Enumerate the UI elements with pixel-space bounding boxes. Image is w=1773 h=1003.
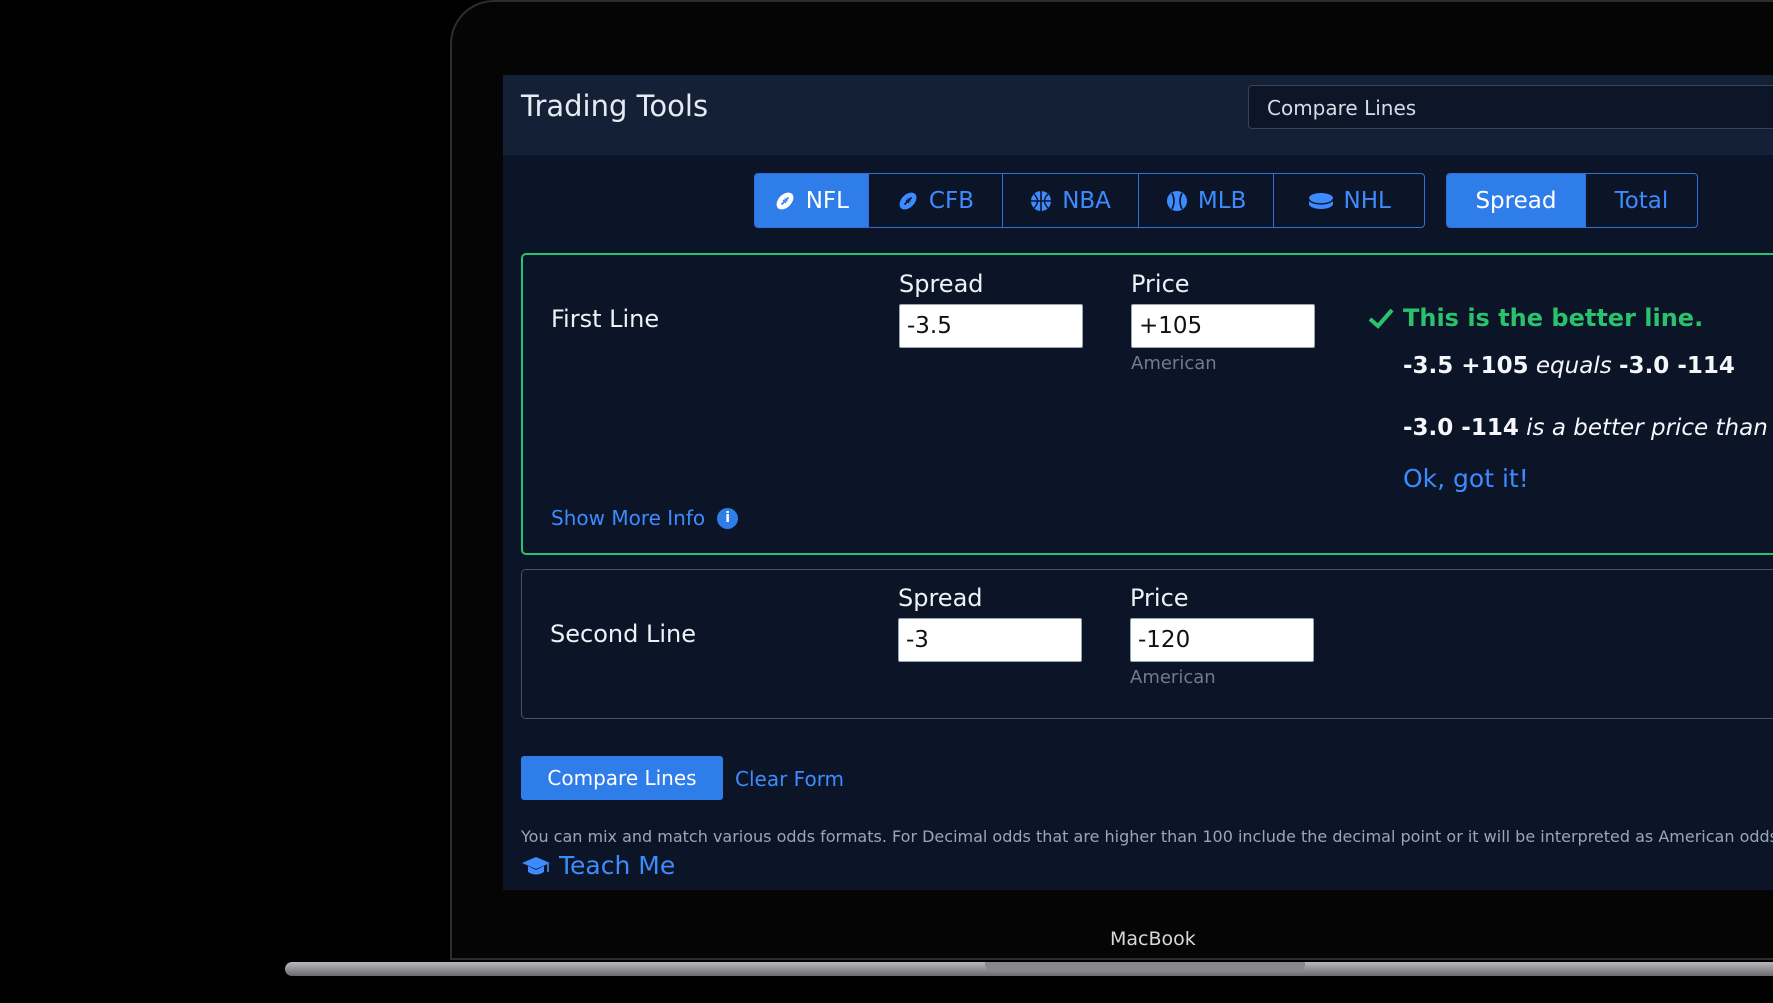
result-comparison: -3.0 -114 is a better price than -3: [1403, 415, 1773, 441]
spread-label: Spread: [898, 584, 983, 612]
sport-tab-nhl[interactable]: NHL: [1274, 174, 1424, 227]
teach-me-link[interactable]: Teach Me: [521, 851, 675, 880]
football-icon: [897, 190, 919, 212]
second-spread-input[interactable]: [899, 619, 1081, 661]
result-headline: This is the better line.: [1403, 304, 1704, 332]
show-more-info-label: Show More Info: [551, 506, 706, 530]
info-icon: i: [717, 507, 739, 529]
bet-type-total[interactable]: Total: [1586, 174, 1697, 227]
result-eq-right: -3.0 -114: [1619, 353, 1735, 379]
ok-got-it-link[interactable]: Ok, got it!: [1403, 464, 1529, 493]
second-line-panel: Second Line Spread Price American: [521, 569, 1773, 719]
second-price-field[interactable]: [1130, 618, 1314, 662]
sport-tab-label: CFB: [928, 187, 974, 214]
sport-tab-mlb[interactable]: MLB: [1139, 174, 1275, 227]
first-line-panel: First Line Spread Price American This is…: [521, 253, 1773, 555]
result-eq-left: -3.5 +105: [1403, 353, 1529, 379]
result-cmp-phrase: is a better price than -3: [1526, 415, 1773, 441]
compare-lines-button[interactable]: Compare Lines: [521, 756, 723, 800]
device-label: MacBook: [1110, 928, 1196, 950]
result-equivalence: -3.5 +105 equals -3.0 -114: [1403, 353, 1735, 379]
sport-tab-nba[interactable]: NBA: [1003, 174, 1139, 227]
basketball-icon: [1030, 190, 1052, 212]
page-title: Trading Tools: [521, 89, 709, 123]
tool-select-dropdown[interactable]: Compare Lines: [1248, 85, 1773, 129]
second-spread-field[interactable]: [898, 618, 1082, 662]
hockey-puck-icon: [1307, 190, 1334, 212]
football-icon: [774, 190, 796, 212]
bet-type-spread[interactable]: Spread: [1447, 174, 1586, 227]
sport-tab-cfb[interactable]: CFB: [869, 174, 1004, 227]
second-price-format: American: [1130, 667, 1216, 688]
laptop-base-notch: [985, 962, 1305, 972]
sport-tab-label: NBA: [1062, 187, 1111, 214]
sport-tab-nfl[interactable]: NFL: [755, 174, 869, 227]
sport-tab-label: NFL: [805, 187, 849, 214]
price-label: Price: [1130, 584, 1189, 612]
spread-label: Spread: [899, 270, 984, 298]
first-spread-input[interactable]: [900, 305, 1082, 347]
sport-selector: NFL CFB NBA MLB NHL: [754, 173, 1425, 228]
sport-tab-label: NHL: [1343, 187, 1391, 214]
tool-select-value: Compare Lines: [1267, 96, 1417, 120]
first-spread-field[interactable]: [899, 304, 1083, 348]
result-cmp-left: -3.0 -114: [1403, 415, 1519, 441]
second-line-label: Second Line: [550, 620, 696, 648]
app-screen: Trading Tools Compare Lines NFL CFB NBA: [503, 75, 1773, 890]
baseball-icon: [1166, 190, 1188, 212]
bet-type-selector: Spread Total: [1446, 173, 1698, 228]
graduation-cap-icon: [521, 855, 551, 877]
price-label: Price: [1131, 270, 1190, 298]
header-bar: Trading Tools Compare Lines: [503, 75, 1773, 155]
clear-form-link[interactable]: Clear Form: [735, 767, 844, 791]
first-price-input[interactable]: [1132, 305, 1314, 347]
first-line-label: First Line: [551, 305, 660, 333]
teach-me-label: Teach Me: [559, 851, 676, 880]
show-more-info-link[interactable]: Show More Info i: [551, 506, 739, 530]
sport-tab-label: MLB: [1197, 187, 1247, 214]
second-price-input[interactable]: [1131, 619, 1313, 661]
checkmark-icon: [1368, 308, 1394, 329]
odds-format-note: You can mix and match various odds forma…: [521, 827, 1773, 846]
result-eq-word: equals: [1535, 353, 1612, 379]
first-price-field[interactable]: [1131, 304, 1315, 348]
first-price-format: American: [1131, 353, 1217, 374]
